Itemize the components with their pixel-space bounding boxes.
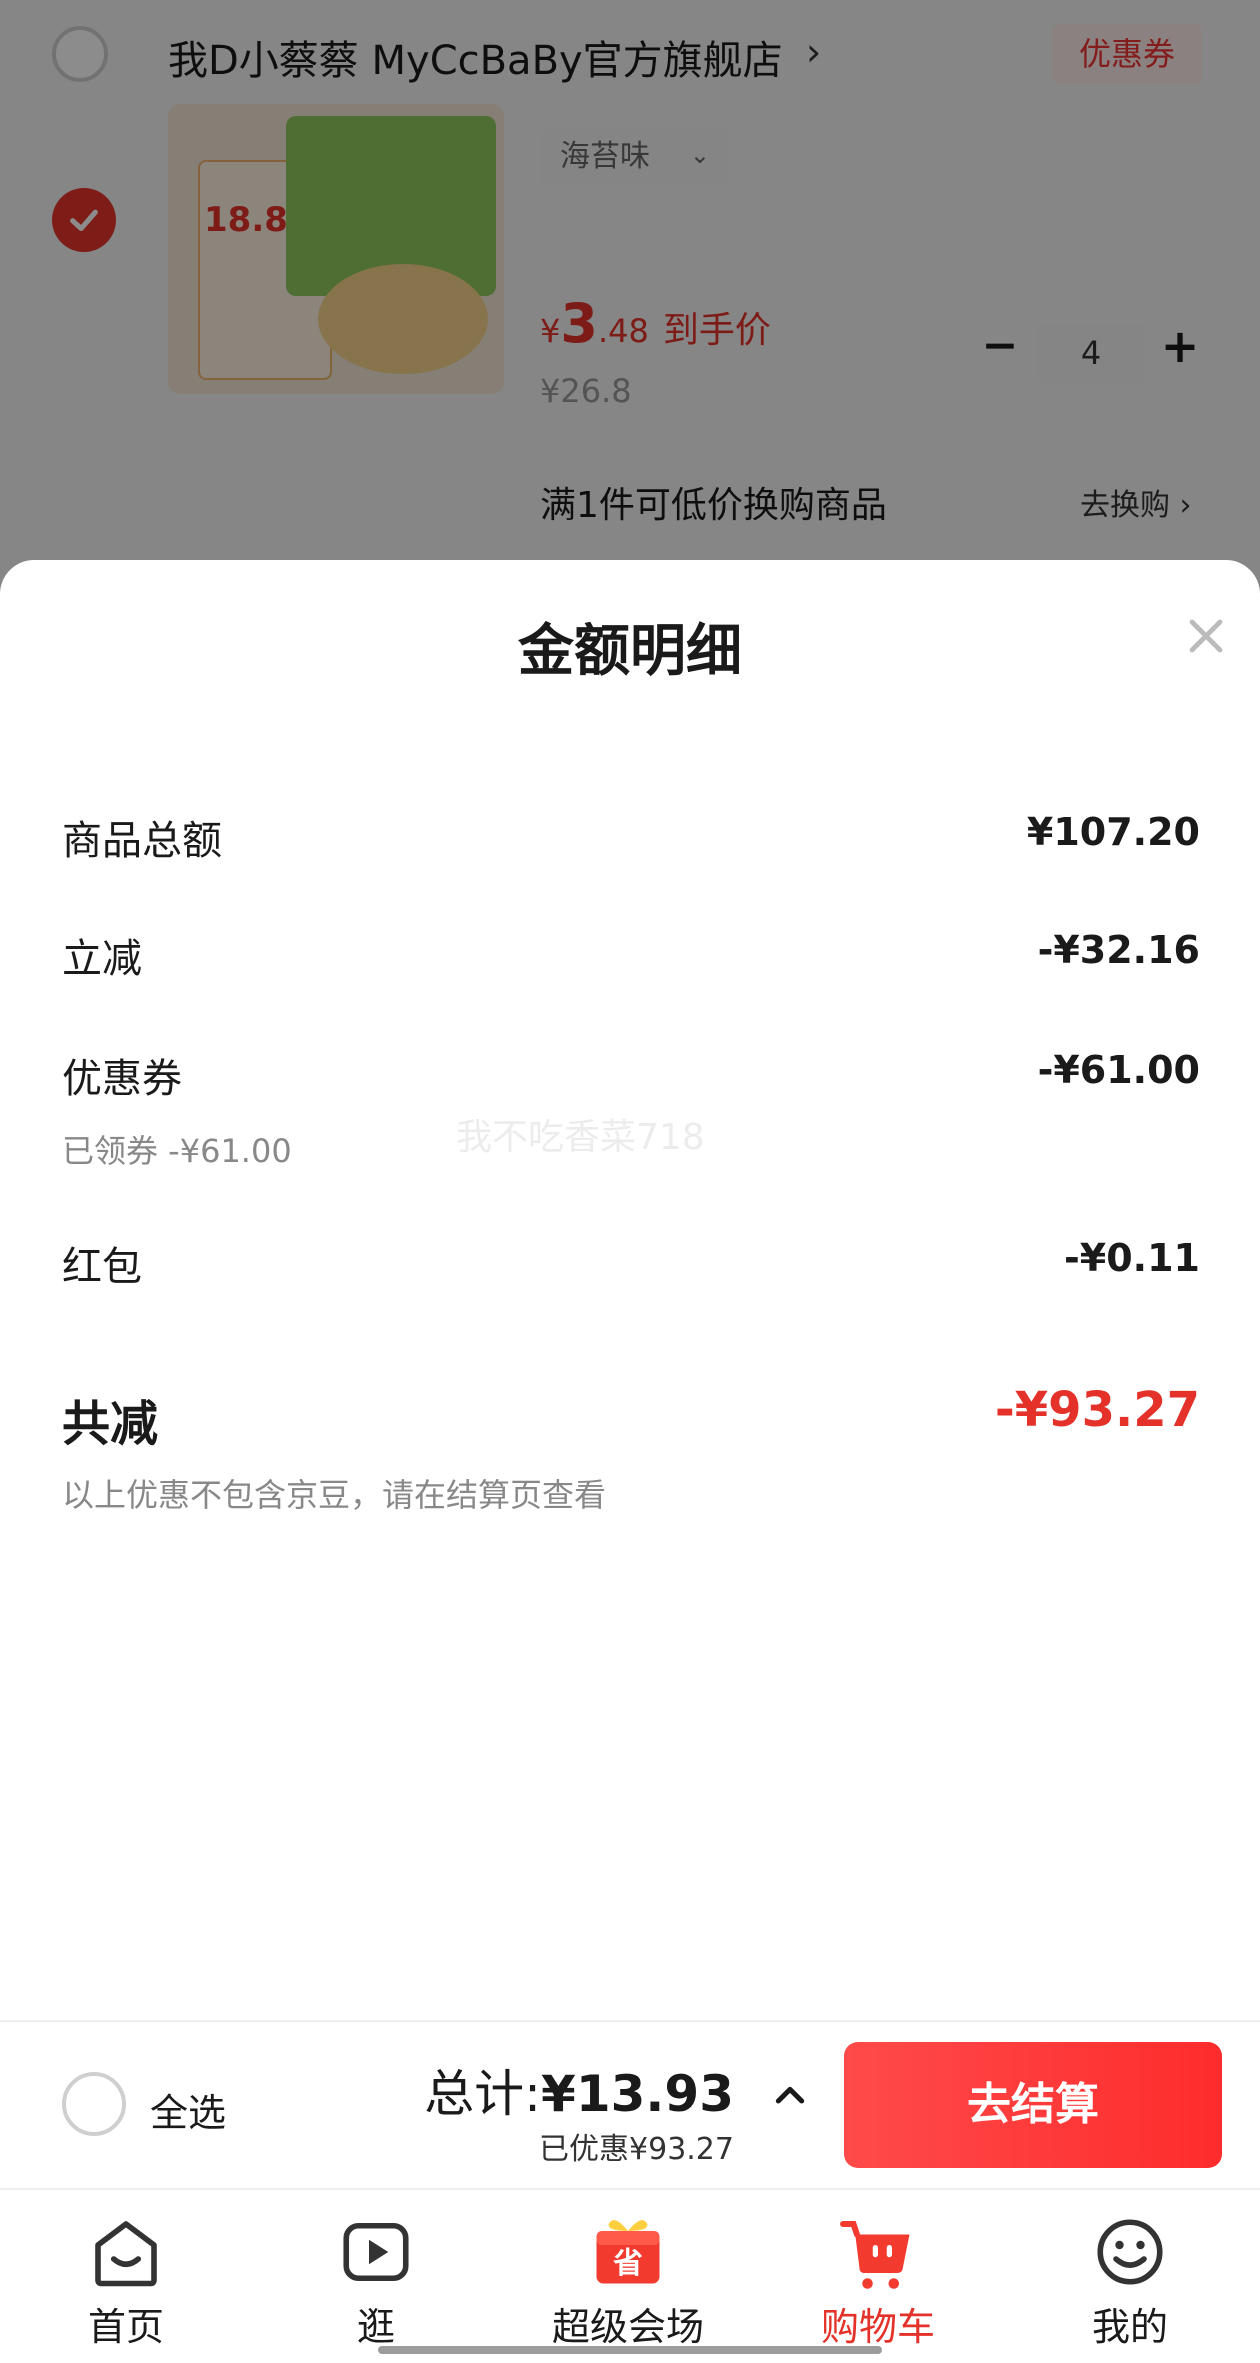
row-value-instant-discount: -¥32.16 xyxy=(1037,928,1200,972)
tab-super-venue[interactable]: 省 超级会场 xyxy=(528,2198,728,2351)
row-label-coupon: 优惠券 xyxy=(62,1056,182,1102)
row-value-goods-total: ¥107.20 xyxy=(1026,810,1200,854)
tab-label-home: 首页 xyxy=(87,2305,164,2349)
row-label-instant-discount: 立减 xyxy=(62,936,142,982)
amount-detail-sheet xyxy=(0,560,1260,2020)
total-discount-label: 共减 xyxy=(62,1396,159,1452)
total-discount-value: -¥93.27 xyxy=(994,1382,1200,1438)
tab-home[interactable]: 首页 xyxy=(26,2198,226,2351)
row-value-coupon: -¥61.00 xyxy=(1037,1048,1200,1092)
row-sub-coupon: 已领券 -¥61.00 xyxy=(62,1132,292,1170)
row-value-red-packet: -¥0.11 xyxy=(1064,1236,1200,1280)
tab-cart[interactable]: 购物车 xyxy=(778,2198,978,2351)
saved-amount: 已优惠¥93.27 xyxy=(539,2132,734,2167)
home-icon xyxy=(95,2221,157,2287)
tab-mine[interactable]: 我的 xyxy=(1030,2198,1230,2351)
select-all-label[interactable]: 全选 xyxy=(150,2082,226,2137)
close-icon[interactable] xyxy=(1182,612,1230,660)
cart-icon xyxy=(840,2221,910,2289)
total-prefix: 总计: xyxy=(424,2065,542,2123)
select-all-radio[interactable] xyxy=(62,2072,126,2136)
chevron-up-icon[interactable] xyxy=(770,2076,810,2116)
total-amount: ¥13.93 xyxy=(541,2065,734,2123)
smiley-icon xyxy=(1097,2219,1163,2285)
sheet-title: 金额明细 xyxy=(518,619,742,684)
row-label-red-packet: 红包 xyxy=(62,1244,142,1290)
tab-explore[interactable]: 逛 xyxy=(276,2198,476,2351)
home-indicator xyxy=(378,2346,882,2354)
gift-icon: 省 xyxy=(596,2220,660,2284)
tab-label-super-venue: 超级会场 xyxy=(551,2305,704,2349)
checkout-button[interactable]: 去结算 xyxy=(844,2042,1222,2168)
row-label-goods-total: 商品总额 xyxy=(62,818,222,864)
tab-label-mine: 我的 xyxy=(1091,2305,1168,2349)
tab-label-explore: 逛 xyxy=(356,2305,395,2349)
watermark: 我不吃香菜718 xyxy=(456,1117,705,1158)
modal-overlay[interactable] xyxy=(0,0,1260,600)
total-price: 总计:¥13.93 xyxy=(424,2054,734,2126)
discount-note: 以上优惠不包含京豆，请在结算页查看 xyxy=(62,1476,607,1514)
tab-label-cart: 购物车 xyxy=(820,2305,935,2349)
video-icon xyxy=(343,2222,409,2282)
gift-icon-text: 省 xyxy=(613,2246,643,2281)
